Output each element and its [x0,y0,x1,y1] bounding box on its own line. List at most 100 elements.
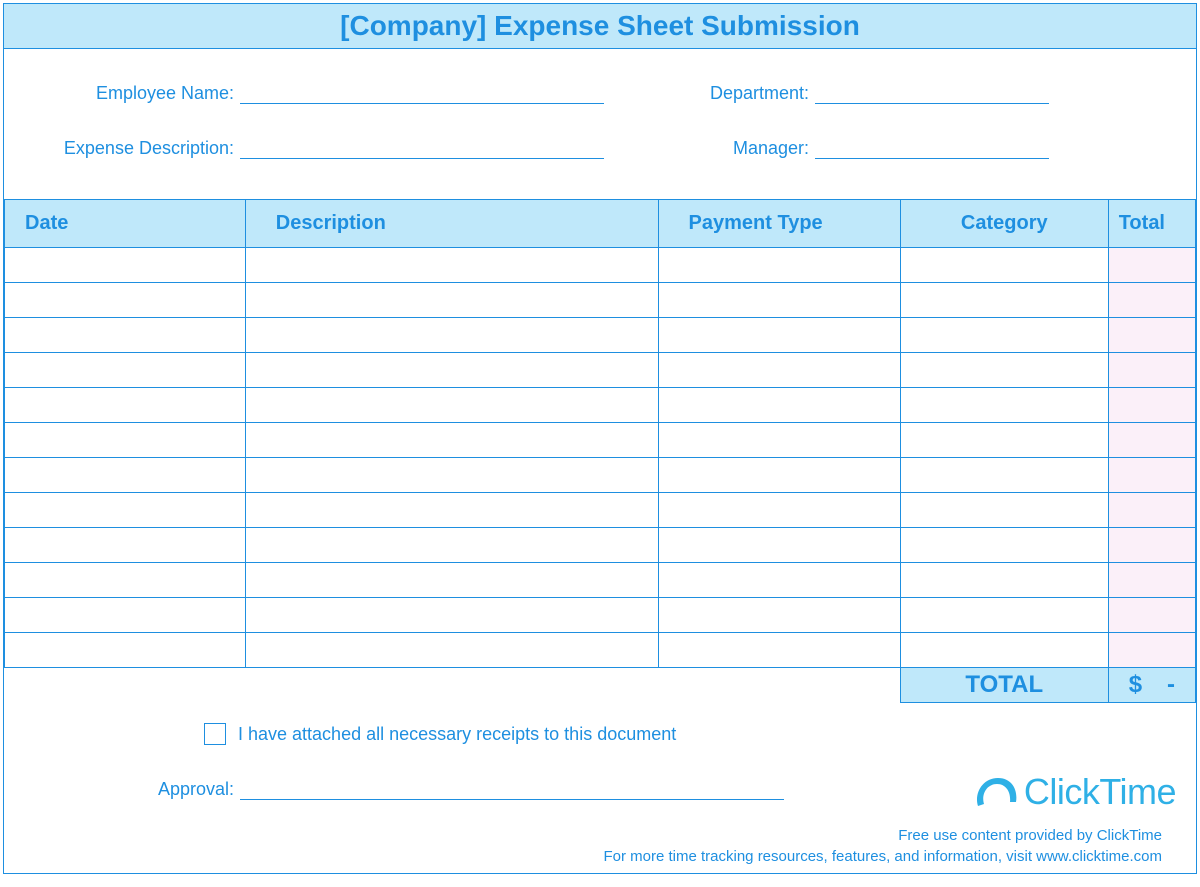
cell-payment_type[interactable] [658,318,900,353]
table-row [5,353,1196,388]
expense-sheet: [Company] Expense Sheet Submission Emplo… [3,3,1197,874]
cell-category[interactable] [900,388,1108,423]
table-row [5,493,1196,528]
footer: Free use content provided by ClickTime F… [34,825,1166,867]
cell-total[interactable] [1108,563,1195,598]
approval-input[interactable] [240,775,784,800]
cell-date[interactable] [5,633,246,668]
col-date: Date [5,200,246,248]
bottom-block: I have attached all necessary receipts t… [4,703,1196,873]
col-total: Total [1108,200,1195,248]
cell-category[interactable] [900,318,1108,353]
cell-category[interactable] [900,633,1108,668]
cell-date[interactable] [5,353,246,388]
table-row [5,318,1196,353]
cell-date[interactable] [5,318,246,353]
cell-description[interactable] [245,423,658,458]
cell-date[interactable] [5,283,246,318]
cell-payment_type[interactable] [658,388,900,423]
cell-description[interactable] [245,318,658,353]
cell-description[interactable] [245,458,658,493]
cell-date[interactable] [5,598,246,633]
cell-date[interactable] [5,423,246,458]
col-description: Description [245,200,658,248]
cell-category[interactable] [900,353,1108,388]
receipts-checkbox[interactable] [204,723,226,745]
cell-total[interactable] [1108,493,1195,528]
info-block: Employee Name: Department: Expense Descr… [4,49,1196,199]
cell-total[interactable] [1108,283,1195,318]
manager-input[interactable] [815,134,1049,159]
total-label: TOTAL [900,668,1108,703]
footer-line-2: For more time tracking resources, featur… [34,846,1162,867]
cell-payment_type[interactable] [658,248,900,283]
cell-description[interactable] [245,633,658,668]
employee-name-label: Employee Name: [34,83,240,104]
cell-category[interactable] [900,598,1108,633]
clock-icon [972,772,1020,812]
cell-payment_type[interactable] [658,563,900,598]
receipts-label: I have attached all necessary receipts t… [238,724,676,745]
cell-date[interactable] [5,493,246,528]
table-row [5,528,1196,563]
cell-total[interactable] [1108,388,1195,423]
table-row [5,423,1196,458]
expense-description-input[interactable] [240,134,604,159]
cell-payment_type[interactable] [658,458,900,493]
cell-category[interactable] [900,563,1108,598]
cell-description[interactable] [245,598,658,633]
brand-name: ClickTime [1024,771,1176,813]
table-row [5,563,1196,598]
cell-category[interactable] [900,493,1108,528]
table-row [5,458,1196,493]
cell-category[interactable] [900,528,1108,563]
cell-payment_type[interactable] [658,493,900,528]
cell-date[interactable] [5,458,246,493]
cell-date[interactable] [5,563,246,598]
manager-label: Manager: [659,138,815,159]
cell-total[interactable] [1108,353,1195,388]
cell-category[interactable] [900,248,1108,283]
cell-payment_type[interactable] [658,423,900,458]
total-row: TOTAL $ - [5,668,1196,703]
cell-description[interactable] [245,248,658,283]
approval-label: Approval: [34,779,240,800]
cell-total[interactable] [1108,633,1195,668]
footer-line-1: Free use content provided by ClickTime [34,825,1162,846]
table-row [5,248,1196,283]
table-row [5,633,1196,668]
expense-description-label: Expense Description: [34,138,240,159]
total-value: $ - [1108,668,1195,703]
cell-payment_type[interactable] [658,528,900,563]
cell-category[interactable] [900,458,1108,493]
cell-total[interactable] [1108,423,1195,458]
department-input[interactable] [815,79,1049,104]
cell-payment_type[interactable] [658,633,900,668]
cell-total[interactable] [1108,248,1195,283]
cell-category[interactable] [900,283,1108,318]
cell-description[interactable] [245,528,658,563]
cell-payment_type[interactable] [658,353,900,388]
cell-date[interactable] [5,388,246,423]
cell-payment_type[interactable] [658,598,900,633]
cell-date[interactable] [5,248,246,283]
col-category: Category [900,200,1108,248]
page-title: [Company] Expense Sheet Submission [4,4,1196,49]
col-payment-type: Payment Type [658,200,900,248]
cell-category[interactable] [900,423,1108,458]
employee-name-input[interactable] [240,79,604,104]
cell-total[interactable] [1108,458,1195,493]
table-row [5,598,1196,633]
cell-description[interactable] [245,493,658,528]
brand-logo: ClickTime [972,771,1176,813]
cell-total[interactable] [1108,598,1195,633]
cell-description[interactable] [245,388,658,423]
expense-table: Date Description Payment Type Category T… [4,199,1196,703]
cell-date[interactable] [5,528,246,563]
cell-description[interactable] [245,563,658,598]
cell-payment_type[interactable] [658,283,900,318]
cell-total[interactable] [1108,318,1195,353]
cell-total[interactable] [1108,528,1195,563]
cell-description[interactable] [245,353,658,388]
cell-description[interactable] [245,283,658,318]
